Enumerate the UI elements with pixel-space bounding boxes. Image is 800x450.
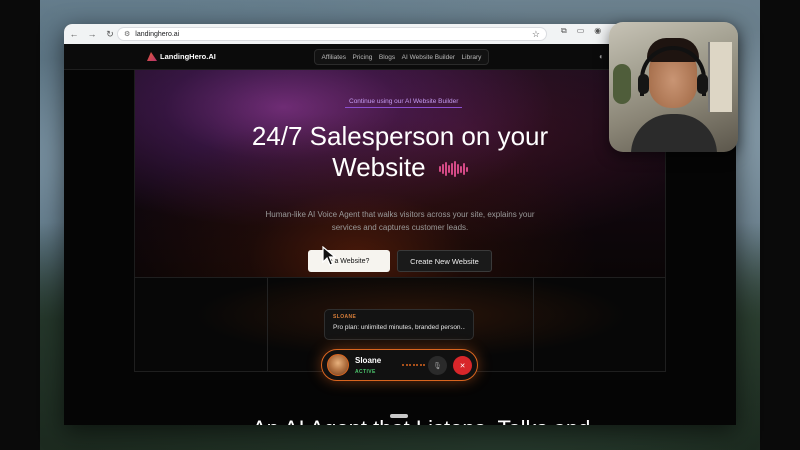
nav-link-affiliates[interactable]: Affiliates (322, 54, 346, 61)
headphone-earcup (697, 74, 708, 94)
bookmark-star-icon[interactable]: ☆ (532, 29, 540, 40)
nav-link-library[interactable]: Library (462, 54, 482, 61)
discord-icon[interactable]: ◐ (599, 52, 604, 61)
nav-links: Affiliates Pricing Blogs AI Website Buil… (314, 49, 489, 65)
presenter-torso (631, 114, 717, 152)
url-text: landinghero.ai (135, 30, 180, 38)
webcam-overlay (609, 22, 738, 152)
webcam-background-window (708, 42, 732, 112)
grid-divider (267, 278, 268, 371)
section-heading: An AI Agent that Listens, Talks and (252, 416, 590, 425)
create-website-button[interactable]: Create New Website (397, 250, 492, 272)
reload-icon[interactable]: ↻ (102, 26, 118, 42)
profile-icon[interactable]: ◉ (594, 26, 601, 36)
back-icon[interactable]: ← (66, 26, 82, 42)
soundwave-icon (438, 161, 468, 178)
webcam-background-plant (613, 64, 631, 104)
headphone-earcup (638, 74, 649, 94)
close-icon: ✕ (459, 362, 466, 370)
call-status: ACTIVE (355, 369, 376, 375)
agent-avatar (327, 354, 349, 376)
nav-link-blogs[interactable]: Blogs (379, 54, 395, 61)
have-website-button[interactable]: e a Website? (308, 250, 390, 272)
voice-call-widget: Sloane ACTIVE 🎙 ✕ (321, 349, 478, 381)
logo-text: LandingHero.AI (160, 52, 216, 61)
agent-message-bubble: SLOANE Pro plan: unlimited minutes, bran… (324, 309, 474, 340)
site-info-icon[interactable]: ⚙ (124, 30, 130, 38)
screen-edge-right (760, 0, 800, 450)
grid-divider (533, 278, 534, 371)
builder-badge-link[interactable]: Continue using our AI Website Builder (345, 96, 463, 108)
audio-activity-icon (402, 364, 425, 366)
mouse-cursor-icon (322, 246, 336, 266)
extensions-icon[interactable]: ⧉ (561, 26, 567, 36)
screen-edge-left (0, 0, 40, 450)
hero-headline: 24/7 Salesperson on your Website (214, 121, 586, 183)
headline-line-2-wrap: Website (214, 152, 586, 183)
toolbar-actions: ⧉ ▭ ◉ (561, 26, 601, 36)
address-bar[interactable]: ⚙ landinghero.ai ☆ (117, 27, 547, 41)
agent-speaker-label: SLOANE (333, 314, 357, 320)
logo-mark-icon (147, 52, 157, 61)
headline-line-2: Website (332, 152, 426, 182)
agent-name: Sloane (355, 356, 382, 365)
forward-icon[interactable]: → (84, 26, 100, 42)
mic-button[interactable]: 🎙 (428, 356, 447, 375)
nav-link-ai-website-builder[interactable]: AI Website Builder (402, 54, 455, 61)
end-call-button[interactable]: ✕ (453, 356, 472, 375)
cast-icon[interactable]: ▭ (577, 26, 585, 36)
hero-subtext: Human-like AI Voice Agent that walks vis… (265, 210, 535, 232)
headline-line-1: 24/7 Salesperson on your (251, 121, 549, 151)
microphone-icon: 🎙 (433, 362, 442, 370)
agent-message-text: Pro plan: unlimited minutes, branded per… (333, 324, 465, 331)
nav-link-pricing[interactable]: Pricing (352, 54, 372, 61)
site-logo[interactable]: LandingHero.AI (147, 52, 216, 61)
